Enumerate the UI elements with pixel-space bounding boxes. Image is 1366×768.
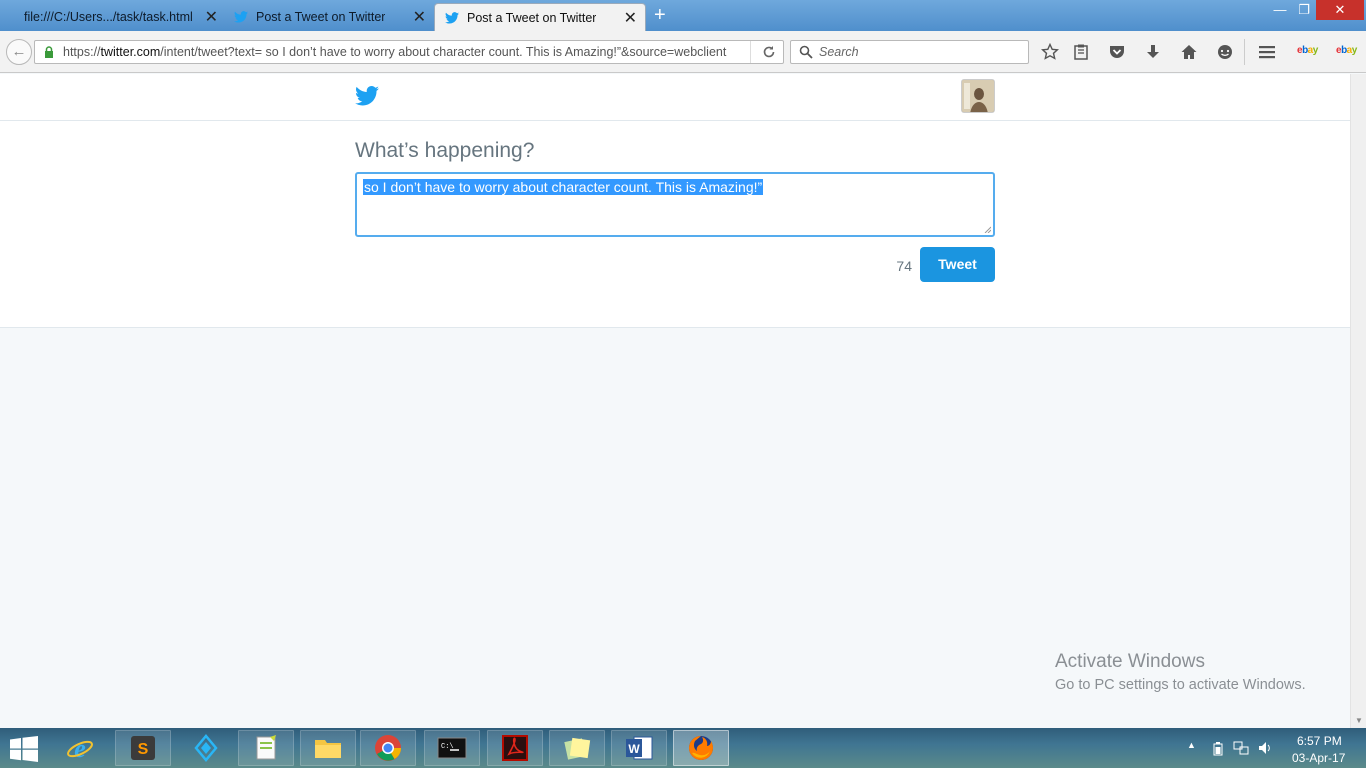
url-text[interactable]: https://twitter.com/intent/tweet?text= s… <box>63 45 743 59</box>
pocket-icon[interactable] <box>1108 43 1126 61</box>
search-bar[interactable]: Search <box>790 40 1029 64</box>
word-icon[interactable]: W <box>611 730 667 766</box>
ebay-icon[interactable]: ebay <box>1336 45 1357 56</box>
close-tab-icon[interactable]: ✕ <box>413 7 426 27</box>
app-launcher-icon[interactable] <box>178 730 234 766</box>
tab-post-tweet-1[interactable]: Post a Tweet on Twitter ✕ <box>226 3 434 31</box>
search-icon <box>799 45 813 59</box>
chrome-icon[interactable] <box>360 730 416 766</box>
show-hidden-icons-icon[interactable]: ▲ <box>1187 740 1196 750</box>
search-placeholder: Search <box>819 45 859 59</box>
back-arrow-icon: ← <box>11 43 27 60</box>
home-icon[interactable] <box>1180 43 1198 61</box>
new-tab-button[interactable]: + <box>654 5 666 25</box>
web-page: What’s happening? so I don’t have to wor… <box>0 74 1350 728</box>
close-window-button[interactable]: ✕ <box>1316 0 1364 20</box>
sticky-notes-icon[interactable] <box>549 730 605 766</box>
close-tab-icon[interactable]: ✕ <box>205 7 218 27</box>
restore-button[interactable]: ❐ <box>1289 0 1319 20</box>
tweet-textarea[interactable]: so I don’t have to worry about character… <box>355 172 995 237</box>
back-button[interactable]: ← <box>6 39 32 65</box>
sublime-text-icon[interactable]: S <box>115 730 171 766</box>
network-icon[interactable] <box>1233 741 1249 755</box>
tab-label: Post a Tweet on Twitter <box>256 10 386 24</box>
tweet-button[interactable]: Tweet <box>920 247 995 282</box>
tab-post-tweet-active[interactable]: Post a Tweet on Twitter ✕ <box>434 3 646 31</box>
vertical-scrollbar[interactable]: ▼ <box>1350 74 1366 728</box>
twitter-bird-icon <box>445 11 459 24</box>
avatar-image <box>962 80 994 112</box>
notepad-plus-plus-icon[interactable] <box>238 730 294 766</box>
menu-hamburger-icon[interactable] <box>1258 43 1276 61</box>
bookmark-star-icon[interactable] <box>1041 43 1059 61</box>
download-icon[interactable] <box>1144 43 1162 61</box>
volume-icon[interactable] <box>1258 741 1274 755</box>
taskbar: e S C:\ W ▲ <box>0 728 1366 768</box>
url-domain: twitter.com <box>100 45 161 59</box>
tweet-text-selected: so I don’t have to worry about character… <box>363 179 764 195</box>
acrobat-reader-icon[interactable] <box>487 730 543 766</box>
compose-section: What’s happening? so I don’t have to wor… <box>0 121 1350 328</box>
tab-label: Post a Tweet on Twitter <box>467 10 597 25</box>
clock-date[interactable]: 03-Apr-17 <box>1292 751 1345 765</box>
tab-local-file[interactable]: file:///C:/Users.../task/task.html ✕ <box>14 3 226 31</box>
reload-icon[interactable] <box>761 44 777 60</box>
svg-text:e: e <box>74 734 86 763</box>
close-tab-icon[interactable]: ✕ <box>624 8 637 28</box>
scroll-down-arrow-icon[interactable]: ▼ <box>1355 716 1363 725</box>
navigation-toolbar: ← https://twitter.com/intent/tweet?text=… <box>0 31 1366 73</box>
internet-explorer-icon[interactable]: e <box>52 730 108 766</box>
battery-icon[interactable] <box>1213 742 1223 756</box>
firefox-icon[interactable] <box>673 730 729 766</box>
toolbar-divider <box>1244 39 1245 65</box>
title-bar: file:///C:/Users.../task/task.html ✕ Pos… <box>0 0 1366 31</box>
address-bar[interactable]: https://twitter.com/intent/tweet?text= s… <box>34 40 784 64</box>
character-counter: 74 <box>896 258 912 274</box>
divider <box>750 41 751 63</box>
file-explorer-icon[interactable] <box>300 730 356 766</box>
twitter-logo-icon[interactable] <box>355 86 379 106</box>
svg-text:S: S <box>138 741 149 758</box>
twitter-bird-icon <box>234 11 248 23</box>
activation-watermark-subtitle: Go to PC settings to activate Windows. <box>1055 677 1306 693</box>
windows-start-icon[interactable] <box>10 736 38 762</box>
reading-list-icon[interactable] <box>1072 43 1090 61</box>
svg-text:W: W <box>628 742 640 756</box>
ebay-icon[interactable]: ebay <box>1297 45 1318 56</box>
page-title: What’s happening? <box>355 139 535 162</box>
page-header <box>0 74 1350 121</box>
url-path: /intent/tweet?text= so I don’t have to w… <box>160 45 727 59</box>
chat-icon[interactable] <box>1216 43 1234 61</box>
tab-label: file:///C:/Users.../task/task.html <box>24 10 193 24</box>
resize-grip-icon[interactable] <box>983 225 991 233</box>
avatar[interactable] <box>961 79 995 113</box>
lock-icon <box>45 46 53 58</box>
url-prefix: https:// <box>63 45 101 59</box>
activation-watermark-title: Activate Windows <box>1055 651 1205 672</box>
clock-time[interactable]: 6:57 PM <box>1297 734 1342 748</box>
command-prompt-icon[interactable]: C:\ <box>424 730 480 766</box>
